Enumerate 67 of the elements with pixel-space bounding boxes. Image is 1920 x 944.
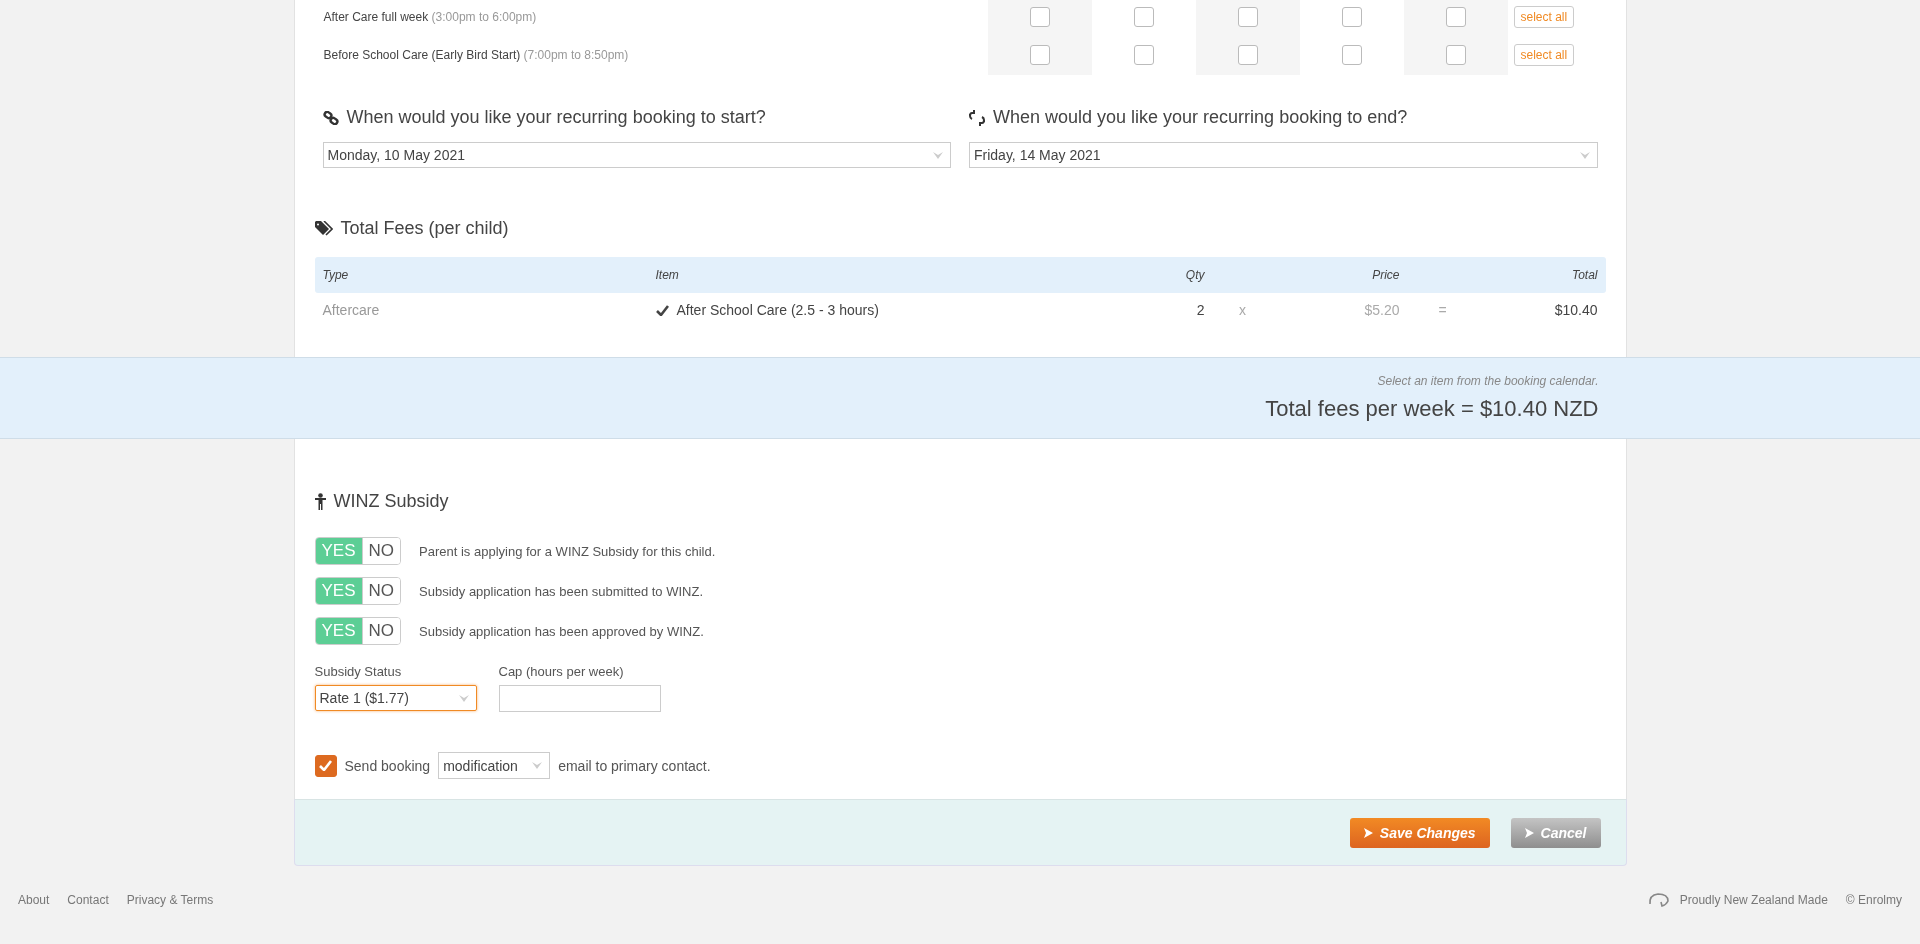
date-select[interactable]: Monday, 10 May 2021 xyxy=(322,142,951,168)
table-cell: After School Care (2.5 - 3 hours) xyxy=(676,302,879,318)
row-label: Before School Care (Early Bird Start) (7:00pm to 8:50pm) xyxy=(322,47,630,62)
column-header: Price xyxy=(1371,268,1401,282)
day-checkbox[interactable] xyxy=(1133,44,1154,65)
field-label: Subsidy Status xyxy=(314,664,403,679)
question-text: When would you like your recurring booking to start? xyxy=(346,107,766,128)
label-text: Send booking xyxy=(344,757,431,774)
footer-link[interactable]: Privacy & Terms xyxy=(126,892,214,907)
caret-icon xyxy=(531,761,544,770)
checkbox[interactable] xyxy=(314,754,337,777)
arrow-icon xyxy=(1524,827,1534,838)
day-checkbox[interactable] xyxy=(1341,7,1362,27)
input-field[interactable] xyxy=(498,685,661,712)
toggle-option[interactable]: NO xyxy=(361,618,401,644)
column-header: Total xyxy=(1570,268,1599,282)
equals-sign: = xyxy=(1437,302,1448,318)
day-checkbox[interactable] xyxy=(1445,44,1466,65)
yes-no-toggle[interactable]: YES NO xyxy=(314,537,402,565)
question-text: Subsidy application has been submitted to WINZ. xyxy=(419,583,703,599)
question-text: Subsidy application has been approved by WINZ. xyxy=(419,623,704,639)
total-text: Total fees per week = $10.40 NZD xyxy=(1265,396,1599,422)
status-select[interactable]: Rate 1 ($1.77) xyxy=(314,685,477,711)
table-cell-text: 2 xyxy=(1195,302,1206,318)
day-checkbox[interactable] xyxy=(1133,7,1154,27)
caret-icon xyxy=(932,150,944,160)
day-checkbox[interactable] xyxy=(1029,44,1050,65)
section-title: Total Fees (per child) xyxy=(340,218,509,239)
hint-text: Select an item from the booking calendar. xyxy=(1377,374,1599,388)
check-icon xyxy=(655,304,669,316)
made-text: Proudly New Zealand Made xyxy=(1679,892,1828,907)
day-checkbox[interactable] xyxy=(1445,7,1466,27)
email-type-select[interactable]: modification xyxy=(438,752,551,779)
tags-icon xyxy=(314,221,333,236)
date-select[interactable]: Friday, 14 May 2021 xyxy=(969,142,1598,168)
column-header: Qty xyxy=(1184,268,1206,282)
times-sign: x xyxy=(1238,302,1247,318)
unlink-icon xyxy=(969,109,985,126)
column-header: Item xyxy=(654,268,680,282)
question-text: When would you like your recurring booking to end? xyxy=(993,107,1408,128)
yes-no-toggle[interactable]: YES NO xyxy=(314,577,402,605)
column-header: Type xyxy=(321,268,350,282)
table-cell-text: $5.20 xyxy=(1363,302,1401,318)
fern-icon xyxy=(1647,892,1670,907)
copyright-text: © Enrolmy xyxy=(1845,892,1902,907)
day-checkbox[interactable] xyxy=(1029,7,1050,27)
person-icon xyxy=(314,493,326,510)
table-cell-text: Aftercare xyxy=(321,302,381,318)
link-icon xyxy=(322,110,339,125)
arrow-icon xyxy=(1363,827,1373,838)
day-checkbox[interactable] xyxy=(1341,44,1362,65)
section-title: WINZ Subsidy xyxy=(333,491,449,512)
field-label: Cap (hours per week) xyxy=(498,664,625,679)
caret-icon xyxy=(1578,150,1591,160)
toggle-option[interactable]: NO xyxy=(361,578,401,604)
footer-link[interactable]: About xyxy=(18,892,50,907)
footer-link[interactable]: Contact xyxy=(67,892,109,907)
table-cell-text: $10.40 xyxy=(1553,302,1599,318)
check-icon xyxy=(319,760,332,771)
label-text: email to primary contact. xyxy=(558,757,711,774)
day-checkbox[interactable] xyxy=(1237,44,1258,65)
yes-no-toggle[interactable]: YES NO xyxy=(314,617,402,645)
toggle-option[interactable]: NO xyxy=(361,538,401,564)
question-text: Parent is applying for a WINZ Subsidy for this child. xyxy=(419,543,716,559)
caret-icon xyxy=(457,693,470,703)
day-checkbox[interactable] xyxy=(1237,7,1258,27)
row-label: After Care full week (3:00pm to 6:00pm) xyxy=(322,10,538,24)
